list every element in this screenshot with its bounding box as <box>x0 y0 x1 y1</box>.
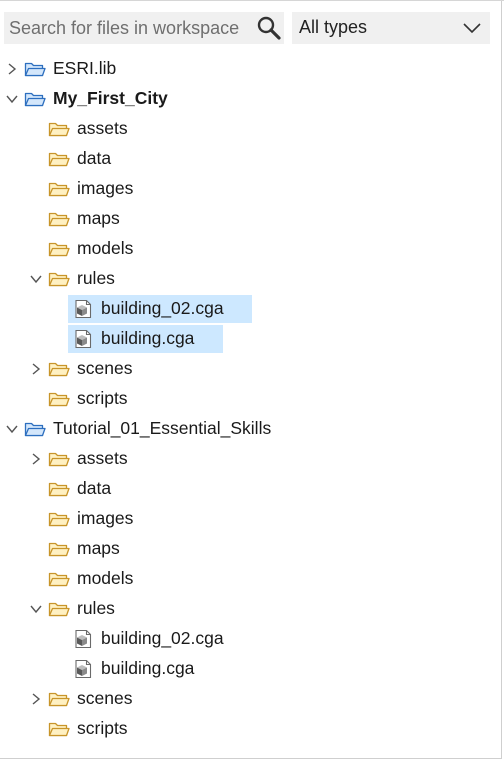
chevron-down-icon <box>462 20 482 36</box>
folder-icon <box>48 539 70 559</box>
tree-item-assets[interactable]: assets <box>0 444 500 474</box>
tree-item-tutorial-01-essential-skills[interactable]: Tutorial_01_Essential_Skills <box>0 414 500 444</box>
tree-item-label: scripts <box>77 388 128 408</box>
tree-item-label: ESRI.lib <box>53 58 117 78</box>
tree-item-rules[interactable]: rules <box>0 594 500 624</box>
tree-item-label: building_02.cga <box>101 298 224 318</box>
chevron-down-icon[interactable] <box>4 91 20 107</box>
tree-item-label: assets <box>77 448 128 468</box>
tree-item-models[interactable]: models <box>0 564 500 594</box>
tree-item-label: My_First_City <box>53 88 168 108</box>
tree-item-label: data <box>77 148 112 168</box>
search-icon[interactable] <box>256 15 282 41</box>
chevron-right-icon[interactable] <box>4 61 20 77</box>
tree-item-label: models <box>77 238 134 258</box>
tree-item-building-02-cga[interactable]: building_02.cga <box>0 294 500 324</box>
folder-icon <box>48 269 70 289</box>
folder-icon <box>48 359 70 379</box>
tree-item-maps[interactable]: maps <box>0 534 500 564</box>
folder-icon <box>48 509 70 529</box>
tree-item-label: building.cga <box>101 658 195 678</box>
cga-rule-file-icon <box>72 659 94 679</box>
tree-item-label: scenes <box>77 688 133 708</box>
project-folder-icon <box>24 419 46 439</box>
tree-item-label: images <box>77 508 134 528</box>
panel-top-border <box>0 0 504 5</box>
project-folder-icon <box>24 89 46 109</box>
folder-icon <box>48 119 70 139</box>
project-folder-icon <box>24 59 46 79</box>
file-tree: ESRI.lib My_First_City assets data image… <box>0 54 500 744</box>
tree-item-my-first-city[interactable]: My_First_City <box>0 84 500 114</box>
folder-icon <box>48 149 70 169</box>
search-box <box>4 12 284 44</box>
folder-icon <box>48 449 70 469</box>
tree-item-label: maps <box>77 538 120 558</box>
folder-icon <box>48 689 70 709</box>
folder-icon <box>48 239 70 259</box>
chevron-down-icon[interactable] <box>28 601 44 617</box>
tree-item-building-02-cga[interactable]: building_02.cga <box>0 624 500 654</box>
tree-item-label: models <box>77 568 134 588</box>
folder-icon <box>48 479 70 499</box>
folder-icon <box>48 209 70 229</box>
cga-rule-file-icon <box>72 629 94 649</box>
tree-item-label: images <box>77 178 134 198</box>
tree-item-label: Tutorial_01_Essential_Skills <box>53 418 272 438</box>
tree-item-label: data <box>77 478 112 498</box>
search-input[interactable] <box>4 12 253 44</box>
tree-item-label: rules <box>77 268 115 288</box>
tree-item-label: building_02.cga <box>101 628 224 648</box>
tree-item-building-cga[interactable]: building.cga <box>0 324 500 354</box>
folder-icon <box>48 179 70 199</box>
type-filter-dropdown[interactable]: All types <box>292 12 490 44</box>
tree-item-scenes[interactable]: scenes <box>0 354 500 384</box>
tree-item-images[interactable]: images <box>0 504 500 534</box>
tree-item-label: assets <box>77 118 128 138</box>
tree-item-scenes[interactable]: scenes <box>0 684 500 714</box>
tree-item-rules[interactable]: rules <box>0 264 500 294</box>
tree-item-models[interactable]: models <box>0 234 500 264</box>
chevron-down-icon[interactable] <box>28 271 44 287</box>
folder-icon <box>48 389 70 409</box>
tree-item-scripts[interactable]: scripts <box>0 384 500 414</box>
tree-item-label: rules <box>77 598 115 618</box>
tree-item-label: building.cga <box>101 328 195 348</box>
chevron-right-icon[interactable] <box>28 451 44 467</box>
folder-icon <box>48 569 70 589</box>
folder-icon <box>48 719 70 739</box>
tree-item-label: scripts <box>77 718 128 738</box>
chevron-right-icon[interactable] <box>28 691 44 707</box>
folder-icon <box>48 599 70 619</box>
tree-item-images[interactable]: images <box>0 174 500 204</box>
tree-item-maps[interactable]: maps <box>0 204 500 234</box>
cga-rule-file-icon <box>72 299 94 319</box>
tree-item-data[interactable]: data <box>0 144 500 174</box>
navigator-panel: All types ESRI.lib My_First_City assets … <box>0 0 504 759</box>
tree-item-scripts[interactable]: scripts <box>0 714 500 744</box>
tree-item-label: maps <box>77 208 120 228</box>
tree-item-building-cga[interactable]: building.cga <box>0 654 500 684</box>
type-filter-value: All types <box>299 17 368 37</box>
cga-rule-file-icon <box>72 329 94 349</box>
tree-item-label: scenes <box>77 358 133 378</box>
tree-item-esri-lib[interactable]: ESRI.lib <box>0 54 500 84</box>
tree-item-assets[interactable]: assets <box>0 114 500 144</box>
tree-item-data[interactable]: data <box>0 474 500 504</box>
chevron-down-icon[interactable] <box>4 421 20 437</box>
chevron-right-icon[interactable] <box>28 361 44 377</box>
